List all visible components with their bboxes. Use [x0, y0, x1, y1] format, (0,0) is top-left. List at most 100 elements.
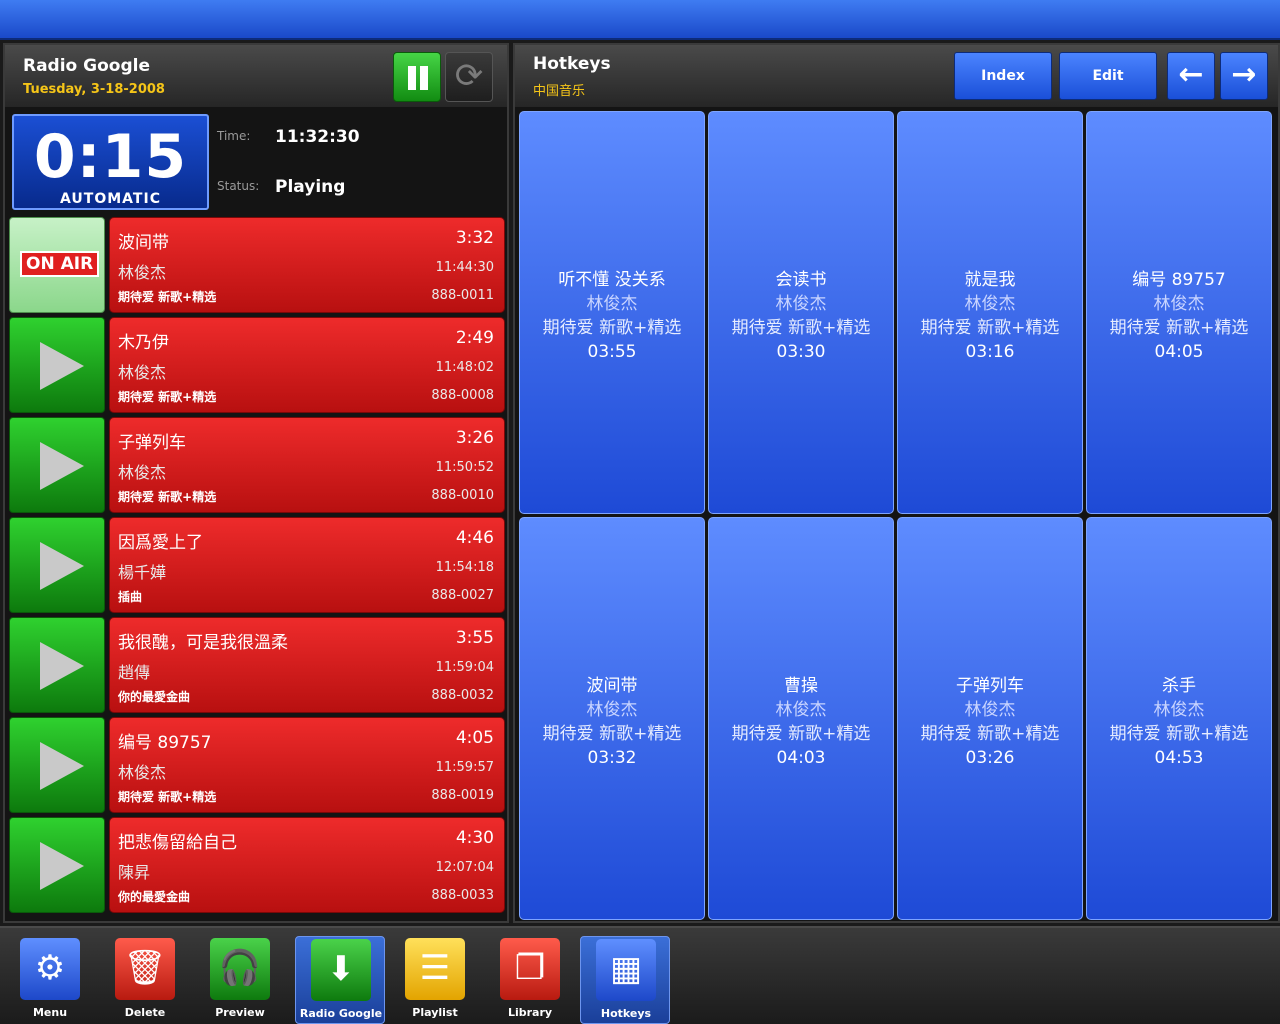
- hotkey-button[interactable]: 就是我 林俊杰 期待爱 新歌+精选 03:16: [897, 111, 1083, 514]
- track-row[interactable]: 木乃伊 2:49 林俊杰 11:48:02 期待爱 新歌+精选 888-0008: [9, 317, 505, 413]
- track-duration: 4:30: [455, 828, 494, 848]
- track-info[interactable]: 波间带 3:32 林俊杰 11:44:30 期待爱 新歌+精选 888-0011: [109, 217, 505, 313]
- hotkeys-panel: Hotkeys 中国音乐 Index Edit ← → 听不懂 没关系 林俊杰 …: [513, 43, 1280, 923]
- track-album: 期待爱 新歌+精选: [118, 390, 217, 404]
- hotkey-button[interactable]: 曹操 林俊杰 期待爱 新歌+精选 04:03: [708, 517, 894, 920]
- track-row[interactable]: 子弹列车 3:26 林俊杰 11:50:52 期待爱 新歌+精选 888-001…: [9, 417, 505, 513]
- hotkey-duration: 03:30: [776, 342, 826, 362]
- pause-button[interactable]: [393, 52, 441, 102]
- play-button[interactable]: [9, 417, 105, 513]
- hotkey-song: 杀手: [1162, 676, 1196, 696]
- track-start-time: 12:07:04: [435, 860, 494, 875]
- track-row[interactable]: 因爲愛上了 4:46 楊千嬅 11:54:18 插曲 888-0027: [9, 517, 505, 613]
- station-name: Radio Google: [23, 56, 150, 76]
- automation-mode: AUTOMATIC: [60, 191, 161, 207]
- play-icon: [40, 842, 84, 890]
- hotkey-album: 期待爱 新歌+精选: [1109, 724, 1249, 744]
- hotkey-artist: 林俊杰: [964, 700, 1016, 720]
- menu-label: Menu: [32, 1006, 68, 1019]
- bottom-toolbar: ⚙ Menu 🗑 Delete 🎧 Preview ⬇ Radio Google…: [0, 926, 1280, 1024]
- delete-label: Delete: [124, 1006, 166, 1019]
- forward-arrow-icon[interactable]: →: [1220, 52, 1268, 100]
- menu-button[interactable]: ⚙ Menu: [5, 936, 95, 1024]
- on-air-indicator: ON AIR: [9, 217, 105, 313]
- hotkey-button[interactable]: 编号 89757 林俊杰 期待爱 新歌+精选 04:05: [1086, 111, 1272, 514]
- playlist-button[interactable]: ☰ Playlist: [390, 936, 480, 1024]
- track-album: 期待爱 新歌+精选: [118, 790, 217, 804]
- play-button[interactable]: [9, 717, 105, 813]
- track-duration: 4:46: [455, 528, 494, 548]
- track-row[interactable]: 编号 89757 4:05 林俊杰 11:59:57 期待爱 新歌+精选 888…: [9, 717, 505, 813]
- countdown-display: 0:15 AUTOMATIC: [12, 114, 209, 210]
- hotkey-artist: 林俊杰: [775, 294, 827, 314]
- index-button[interactable]: Index: [954, 52, 1052, 100]
- library-label: Library: [507, 1006, 553, 1019]
- back-arrow-icon[interactable]: ←: [1167, 52, 1215, 100]
- radio-station-label: Radio Google: [299, 1007, 383, 1020]
- track-album: 插曲: [118, 590, 143, 604]
- track-title: 因爲愛上了: [118, 533, 203, 553]
- radio-station-button[interactable]: ⬇ Radio Google: [295, 936, 385, 1024]
- track-info[interactable]: 因爲愛上了 4:46 楊千嬅 11:54:18 插曲 888-0027: [109, 517, 505, 613]
- track-duration: 3:32: [455, 228, 494, 248]
- hotkey-artist: 林俊杰: [586, 700, 638, 720]
- hotkey-button[interactable]: 子弹列车 林俊杰 期待爱 新歌+精选 03:26: [897, 517, 1083, 920]
- track-info[interactable]: 我很醜，可是我很溫柔 3:55 趙傳 11:59:04 你的最愛金曲 888-0…: [109, 617, 505, 713]
- track-info[interactable]: 把悲傷留給自己 4:30 陳昇 12:07:04 你的最愛金曲 888-0033: [109, 817, 505, 913]
- track-code: 888-0032: [431, 688, 494, 703]
- play-button[interactable]: [9, 317, 105, 413]
- play-button[interactable]: [9, 817, 105, 913]
- track-title: 波间带: [118, 233, 169, 253]
- hotkey-artist: 林俊杰: [586, 294, 638, 314]
- play-button[interactable]: [9, 617, 105, 713]
- track-row[interactable]: ON AIR 波间带 3:32 林俊杰 11:44:30 期待爱 新歌+精选 8…: [9, 217, 505, 313]
- hotkey-button[interactable]: 波间带 林俊杰 期待爱 新歌+精选 03:32: [519, 517, 705, 920]
- hotkey-button[interactable]: 杀手 林俊杰 期待爱 新歌+精选 04:53: [1086, 517, 1272, 920]
- track-album: 你的最愛金曲: [118, 690, 191, 704]
- library-button[interactable]: ❐ Library: [485, 936, 575, 1024]
- refresh-icon: ⟳: [454, 56, 484, 96]
- station-panel: Radio Google Tuesday, 3-18-2008 ⟳ 0:15 A…: [3, 43, 509, 923]
- hotkeys-header: Hotkeys 中国音乐 Index Edit ← →: [515, 45, 1278, 107]
- track-code: 888-0008: [431, 388, 494, 403]
- edit-button[interactable]: Edit: [1059, 52, 1157, 100]
- delete-button[interactable]: 🗑 Delete: [100, 936, 190, 1024]
- time-value: 11:32:30: [275, 127, 360, 147]
- hotkey-song: 子弹列车: [956, 676, 1024, 696]
- track-info[interactable]: 编号 89757 4:05 林俊杰 11:59:57 期待爱 新歌+精选 888…: [109, 717, 505, 813]
- play-icon: [40, 442, 84, 490]
- track-duration: 3:26: [455, 428, 494, 448]
- hotkey-song: 波间带: [586, 676, 638, 696]
- hotkey-button[interactable]: 会读书 林俊杰 期待爱 新歌+精选 03:30: [708, 111, 894, 514]
- hotkey-button[interactable]: 听不懂 没关系 林俊杰 期待爱 新歌+精选 03:55: [519, 111, 705, 514]
- track-artist: 林俊杰: [118, 363, 167, 382]
- hotkey-duration: 03:55: [587, 342, 637, 362]
- track-title: 把悲傷留給自己: [118, 833, 237, 853]
- preview-button[interactable]: 🎧 Preview: [195, 936, 285, 1024]
- status-value: Playing: [275, 177, 346, 197]
- play-icon: [40, 542, 84, 590]
- track-row[interactable]: 把悲傷留給自己 4:30 陳昇 12:07:04 你的最愛金曲 888-0033: [9, 817, 505, 913]
- refresh-button[interactable]: ⟳: [445, 52, 493, 102]
- hotkeys-button[interactable]: ▦ Hotkeys: [580, 936, 670, 1024]
- track-row[interactable]: 我很醜，可是我很溫柔 3:55 趙傳 11:59:04 你的最愛金曲 888-0…: [9, 617, 505, 713]
- track-artist: 林俊杰: [118, 263, 167, 282]
- hotkey-album: 期待爱 新歌+精选: [542, 318, 682, 338]
- hotkey-artist: 林俊杰: [964, 294, 1016, 314]
- preview-label: Preview: [215, 1006, 265, 1019]
- gear-icon: ⚙: [20, 938, 80, 1000]
- hotkey-artist: 林俊杰: [1153, 294, 1205, 314]
- hotkeys-icon: ▦: [596, 939, 656, 1001]
- play-button[interactable]: [9, 517, 105, 613]
- track-duration: 4:05: [455, 728, 494, 748]
- track-code: 888-0019: [431, 788, 494, 803]
- headphones-icon: 🎧: [210, 938, 270, 1000]
- track-title: 子弹列车: [118, 433, 186, 453]
- track-start-time: 11:48:02: [435, 360, 494, 375]
- hotkeys-title: Hotkeys: [533, 54, 611, 74]
- hotkey-song: 听不懂 没关系: [558, 270, 666, 290]
- play-icon: [40, 342, 84, 390]
- hotkey-album: 期待爱 新歌+精选: [731, 318, 871, 338]
- track-info[interactable]: 木乃伊 2:49 林俊杰 11:48:02 期待爱 新歌+精选 888-0008: [109, 317, 505, 413]
- track-info[interactable]: 子弹列车 3:26 林俊杰 11:50:52 期待爱 新歌+精选 888-001…: [109, 417, 505, 513]
